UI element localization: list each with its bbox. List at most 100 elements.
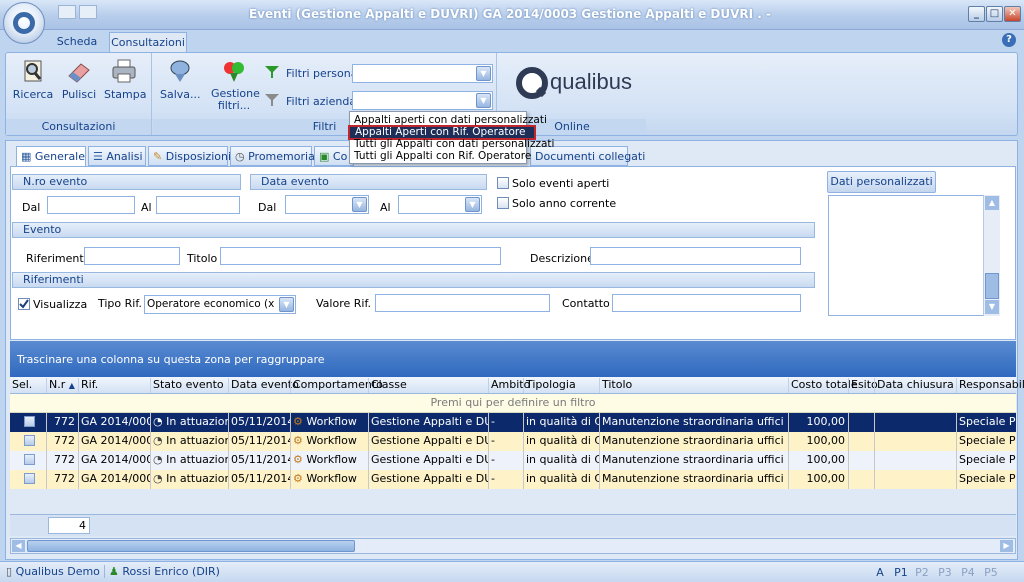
cell-text: in qualità di Com (526, 453, 599, 466)
row-checkbox[interactable] (24, 454, 35, 465)
mail-icon[interactable] (79, 5, 97, 19)
solo-anno-checkbox[interactable] (497, 197, 509, 209)
pulisci-label: Pulisci (61, 88, 97, 101)
close-button[interactable]: ✕ (1004, 6, 1021, 22)
scroll-left-icon[interactable]: ◀ (12, 540, 25, 552)
scroll-right-icon[interactable]: ▶ (1000, 540, 1013, 552)
menu-item[interactable]: Tutti gli Appalti con dati personalizzat… (354, 138, 554, 150)
cell-titolo: Manutenzione straordinaria uffici (599, 470, 788, 489)
contatto-input[interactable] (612, 294, 801, 312)
row-checkbox[interactable] (24, 435, 35, 446)
pulisci-button[interactable]: Pulisci (60, 58, 98, 101)
cell-text: Gestione Appalti e DUVRI (371, 453, 488, 466)
row-select-cell[interactable] (10, 413, 46, 432)
visualizza-checkbox[interactable] (18, 298, 30, 310)
page-a[interactable]: A (870, 564, 890, 581)
scroll-down-icon[interactable]: ▼ (985, 300, 999, 314)
horizontal-scrollbar[interactable]: ◀ ▶ (10, 538, 1016, 554)
workflow-icon: ⚙ (293, 472, 307, 485)
tipo-rif-label: Tipo Rif. (98, 297, 142, 310)
chevron-down-icon[interactable]: ▼ (476, 66, 491, 81)
row-select-cell[interactable] (10, 470, 46, 489)
filtri-aziendali-combo[interactable]: ▼ (352, 91, 493, 110)
ricerca-button[interactable]: Ricerca (12, 58, 54, 101)
cell-text: - (491, 415, 495, 428)
col-responsabile[interactable]: Responsabil (956, 378, 1024, 393)
app-menu-button[interactable] (3, 2, 45, 44)
col-tipologia[interactable]: Tipologia (523, 378, 576, 393)
row-select-cell[interactable] (10, 451, 46, 470)
col-rif[interactable]: Rif. (78, 378, 98, 393)
cell-text: Gestione Appalti e DUVRI (371, 434, 488, 447)
vertical-scrollbar[interactable]: ▲ ▼ (983, 195, 1000, 316)
col-classe[interactable]: Classe (368, 378, 407, 393)
data-al-picker[interactable]: ▼ (398, 195, 482, 214)
descrizione-label: Descrizione (530, 252, 594, 265)
help-icon[interactable]: ? (1002, 33, 1016, 47)
titolo-input[interactable] (220, 247, 501, 265)
chevron-down-icon[interactable]: ▼ (465, 197, 480, 212)
grid-footer: 4 (10, 514, 1016, 536)
tab-scheda[interactable]: Scheda (52, 32, 102, 53)
tab-analisi[interactable]: ☰ Analisi (88, 146, 146, 166)
menu-item[interactable]: Tutti gli Appalti con Rif. Operatore (354, 150, 531, 162)
cell-costo: 100,00 (788, 470, 848, 489)
row-checkbox[interactable] (24, 473, 35, 484)
col-titolo[interactable]: Titolo (599, 378, 632, 393)
salva-label: Salva... (160, 88, 201, 101)
solo-aperti-checkbox[interactable] (497, 177, 509, 189)
page-p5[interactable]: P5 (981, 564, 1001, 581)
row-checkbox[interactable] (24, 416, 35, 427)
maximize-button[interactable]: □ (986, 6, 1003, 22)
tab-promemoria[interactable]: ◷ Promemoria (230, 146, 315, 166)
row-select-cell[interactable] (10, 432, 46, 451)
cell-text: Speciale Pie (959, 434, 1016, 447)
page-p1[interactable]: P1 (891, 564, 911, 581)
page-p3[interactable]: P3 (935, 564, 955, 581)
riferimento-input[interactable] (84, 247, 180, 265)
chevron-down-icon[interactable]: ▼ (476, 93, 491, 108)
dati-personalizzati-button[interactable]: Dati personalizzati (827, 171, 936, 193)
stampa-button[interactable]: Stampa (104, 58, 146, 101)
cell-text: 05/11/2014 (231, 415, 290, 428)
chevron-down-icon[interactable]: ▼ (279, 297, 294, 312)
tipo-rif-select[interactable]: Operatore economico (x appa▼ (144, 295, 296, 314)
col-data[interactable]: Data evento (228, 378, 299, 393)
salva-filtro-button[interactable]: Salva... (160, 58, 201, 101)
gestione-filtri-button[interactable]: Gestione filtri... (208, 58, 260, 112)
table-row[interactable]: 772 GA 2014/0003◔ In attuazion05/11/2014⚙… (10, 451, 1016, 470)
minimize-button[interactable]: _ (968, 6, 985, 22)
valore-rif-input[interactable] (375, 294, 550, 312)
col-sel[interactable]: Sel. (10, 378, 32, 393)
descrizione-input[interactable] (590, 247, 801, 265)
cell-nr: 772 (46, 470, 78, 489)
nro-dal-input[interactable] (47, 196, 135, 214)
col-data-chiusura[interactable]: Data chiusura (874, 378, 954, 393)
scroll-thumb[interactable] (27, 540, 355, 552)
page-p4[interactable]: P4 (958, 564, 978, 581)
cell-classe: Gestione Appalti e DUVRI (368, 451, 488, 470)
chevron-down-icon[interactable]: ▼ (352, 197, 367, 212)
data-dal-picker[interactable]: ▼ (285, 195, 369, 214)
scroll-up-icon[interactable]: ▲ (985, 196, 999, 210)
workflow-icon: ⚙ (293, 415, 307, 428)
cell-rif: GA 2014/0003 (78, 470, 150, 489)
scroll-thumb[interactable] (985, 273, 999, 299)
filter-row[interactable]: Premi qui per definire un filtro (10, 394, 1016, 413)
tab-generale[interactable]: ▦ Generale (16, 146, 86, 167)
table-row[interactable]: 772 GA 2014/0003◔ In attuazion05/11/2014⚙… (10, 432, 1016, 451)
page-p2[interactable]: P2 (912, 564, 932, 581)
cell-data: 05/11/2014 (228, 470, 290, 489)
status-clock-icon: ◔ (153, 472, 167, 485)
group-by-area[interactable]: Trascinare una colonna su questa zona pe… (10, 341, 1016, 377)
col-nr[interactable]: N.r ▲ (46, 378, 75, 393)
table-row[interactable]: 772 GA 2014/0003◔ In attuazion05/11/2014⚙… (10, 470, 1016, 489)
table-row[interactable]: 772 GA 2014/0003◔ In attuazion05/11/2014⚙… (10, 413, 1016, 432)
tab-disposizioni[interactable]: ✎ Disposizioni (148, 146, 231, 166)
col-stato[interactable]: Stato evento (150, 378, 224, 393)
tab-co[interactable]: ▣ Co (314, 146, 354, 166)
nro-al-input[interactable] (156, 196, 240, 214)
tab-consultazioni[interactable]: Consultazioni (109, 32, 187, 53)
filtri-personali-combo[interactable]: ▼ (352, 64, 493, 83)
quick-access-icon[interactable] (58, 5, 76, 19)
